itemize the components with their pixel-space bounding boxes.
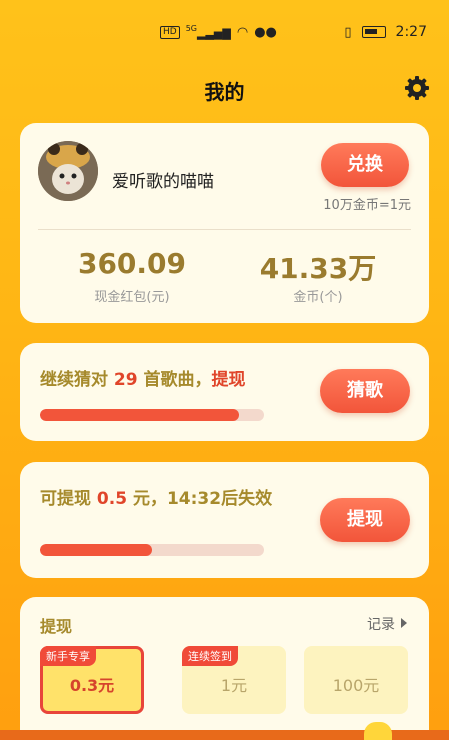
clock: 2:27 bbox=[395, 24, 427, 40]
option-tag: 新手专享 bbox=[40, 646, 96, 666]
exchange-rate: 10万金币=1元 bbox=[323, 198, 411, 213]
cash-balance-label: 现金红包(元) bbox=[94, 290, 170, 305]
hd-badge: HD bbox=[160, 25, 180, 39]
status-bar: HD 5G▂▃▅▇ ◠ ●● ▯ 2:27 bbox=[0, 22, 449, 44]
page-title: 我的 bbox=[204, 80, 245, 104]
withdraw-progress-bar bbox=[40, 544, 264, 556]
chevron-right-icon bbox=[401, 618, 407, 628]
withdraw-progress-fill bbox=[40, 544, 152, 556]
withdraw-option-2[interactable]: 100元 bbox=[304, 646, 408, 714]
cash-balance-value: 360.09 bbox=[77, 247, 187, 280]
record-link[interactable]: 记录 bbox=[367, 614, 407, 634]
withdraw-amount: 0.5 bbox=[96, 489, 128, 509]
option-amount: 1元 bbox=[220, 676, 248, 695]
option-amount: 100元 bbox=[332, 676, 380, 695]
coin-balance-label: 金币(个) bbox=[293, 290, 343, 305]
remaining-count: 29 bbox=[113, 370, 138, 390]
divider bbox=[38, 229, 411, 230]
guess-task-card: 继续猜对 29 首歌曲，提现 猜歌 bbox=[20, 343, 429, 441]
coin-balance-value: 41.33万 bbox=[259, 252, 377, 285]
withdraw-task-card: 可提现 0.5 元，14:32后失效 提现 bbox=[20, 462, 429, 578]
avatar[interactable] bbox=[38, 141, 98, 201]
mascot-icon[interactable] bbox=[364, 722, 392, 740]
guess-song-button[interactable]: 猜歌 bbox=[320, 369, 410, 413]
username: 爱听歌的喵喵 bbox=[112, 172, 214, 192]
option-tag: 连续签到 bbox=[182, 646, 238, 666]
wechat-icon: ●● bbox=[254, 24, 277, 40]
withdraw-task-button[interactable]: 提现 bbox=[320, 498, 410, 542]
profile-card: 爱听歌的喵喵 兑换 10万金币=1元 360.09 现金红包(元) 41.33万… bbox=[20, 123, 429, 323]
exchange-button[interactable]: 兑换 bbox=[321, 143, 409, 187]
option-amount: 0.3元 bbox=[69, 676, 115, 695]
signal-icon: 5G▂▃▅▇ bbox=[185, 24, 231, 40]
withdraw-task-text: 可提现 0.5 元，14:32后失效 bbox=[40, 489, 273, 509]
withdraw-option-1[interactable]: 连续签到 1元 bbox=[182, 646, 286, 714]
wifi-icon: ◠ bbox=[236, 24, 249, 40]
guess-progress-fill bbox=[40, 409, 240, 421]
withdraw-panel: 提现 记录 新手专享 0.3元 连续签到 1元 100元 bbox=[20, 597, 429, 740]
withdraw-title: 提现 bbox=[40, 617, 73, 636]
gear-icon[interactable] bbox=[403, 74, 431, 102]
withdraw-option-0[interactable]: 新手专享 0.3元 bbox=[40, 646, 144, 714]
vibrate-icon: ▯ bbox=[344, 24, 352, 40]
guess-progress-bar bbox=[40, 409, 264, 421]
battery-icon bbox=[361, 26, 386, 38]
guess-task-text: 继续猜对 29 首歌曲，提现 bbox=[40, 370, 246, 390]
